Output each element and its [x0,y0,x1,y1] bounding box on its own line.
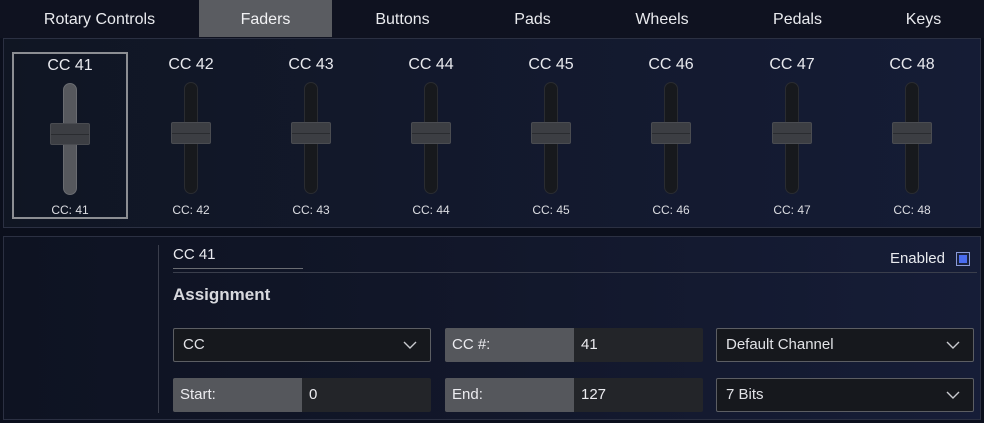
fader-cc48[interactable]: CC 48 CC: 48 [854,52,970,219]
message-type-select[interactable]: CC [173,328,431,362]
start-value[interactable]: 0 [302,378,317,412]
fader-value-label: CC: 41 [51,203,89,217]
end-value[interactable]: 127 [574,378,606,412]
fader-cc45[interactable]: CC 45 CC: 45 [493,52,609,219]
enabled-checkbox[interactable] [956,252,970,266]
tab-faders[interactable]: Faders [199,0,332,37]
fader-cc44[interactable]: CC 44 CC: 44 [373,52,489,219]
chevron-down-icon [946,341,960,349]
fader-cc41[interactable]: CC 41 CC: 41 [12,52,128,219]
chevron-down-icon [946,391,960,399]
chevron-down-icon [403,341,417,349]
fader-thumb[interactable] [772,122,812,144]
fader-value-label: CC: 45 [532,203,570,217]
enabled-label: Enabled [889,250,945,267]
fader-value-label: CC: 44 [412,203,450,217]
divider [158,245,159,413]
fader-thumb[interactable] [171,122,211,144]
message-type-value: CC [183,336,205,353]
channel-select[interactable]: Default Channel [716,328,974,362]
fader-thumb[interactable] [291,122,331,144]
fader-cc43[interactable]: CC 43 CC: 43 [253,52,369,219]
tab-keys[interactable]: Keys [863,0,984,37]
tab-pedals[interactable]: Pedals [732,0,863,37]
cc-number-label: CC #: [445,328,574,362]
fader-value-label: CC: 42 [172,203,210,217]
fader-value-label: CC: 43 [292,203,330,217]
cc-number-value[interactable]: 41 [574,328,598,362]
start-label: Start: [173,378,302,412]
fader-title: CC 45 [528,56,574,73]
end-label: End: [445,378,574,412]
fader-thumb[interactable] [50,123,90,145]
end-field[interactable]: End: 127 [445,378,703,412]
fader-value-label: CC: 47 [773,203,811,217]
fader-panel: CC 41 CC: 41 CC 42 CC: 42 CC 43 CC: 43 C… [3,38,981,228]
fader-thumb[interactable] [531,122,571,144]
fader-value-label: CC: 46 [652,203,690,217]
control-name-field[interactable]: CC 41 [173,246,303,269]
fader-cc42[interactable]: CC 42 CC: 42 [133,52,249,219]
fader-title: CC 48 [889,56,935,73]
fader-thumb[interactable] [892,122,932,144]
fader-title: CC 46 [648,56,694,73]
tab-wheels[interactable]: Wheels [592,0,732,37]
detail-sidebar [4,237,156,419]
cc-number-field[interactable]: CC #: 41 [445,328,703,362]
fader-title: CC 42 [168,56,214,73]
start-field[interactable]: Start: 0 [173,378,431,412]
section-title: Assignment [173,285,271,304]
fader-thumb[interactable] [651,122,691,144]
channel-value: Default Channel [726,336,834,353]
fader-cc47[interactable]: CC 47 CC: 47 [734,52,850,219]
fader-title: CC 43 [288,56,334,73]
resolution-value: 7 Bits [726,386,764,403]
tab-buttons[interactable]: Buttons [332,0,473,37]
resolution-select[interactable]: 7 Bits [716,378,974,412]
fader-title: CC 44 [408,56,454,73]
fader-title: CC 47 [769,56,815,73]
fader-title: CC 41 [47,57,93,74]
assignment-panel: CC 41 Enabled Assignment CC CC #: 41 Def… [3,236,981,420]
tab-bar: Rotary Controls Faders Buttons Pads Whee… [0,0,984,38]
tab-pads[interactable]: Pads [473,0,592,37]
divider [173,272,977,273]
fader-cc46[interactable]: CC 46 CC: 46 [613,52,729,219]
tab-rotary-controls[interactable]: Rotary Controls [0,0,199,37]
fader-thumb[interactable] [411,122,451,144]
fader-value-label: CC: 48 [893,203,931,217]
